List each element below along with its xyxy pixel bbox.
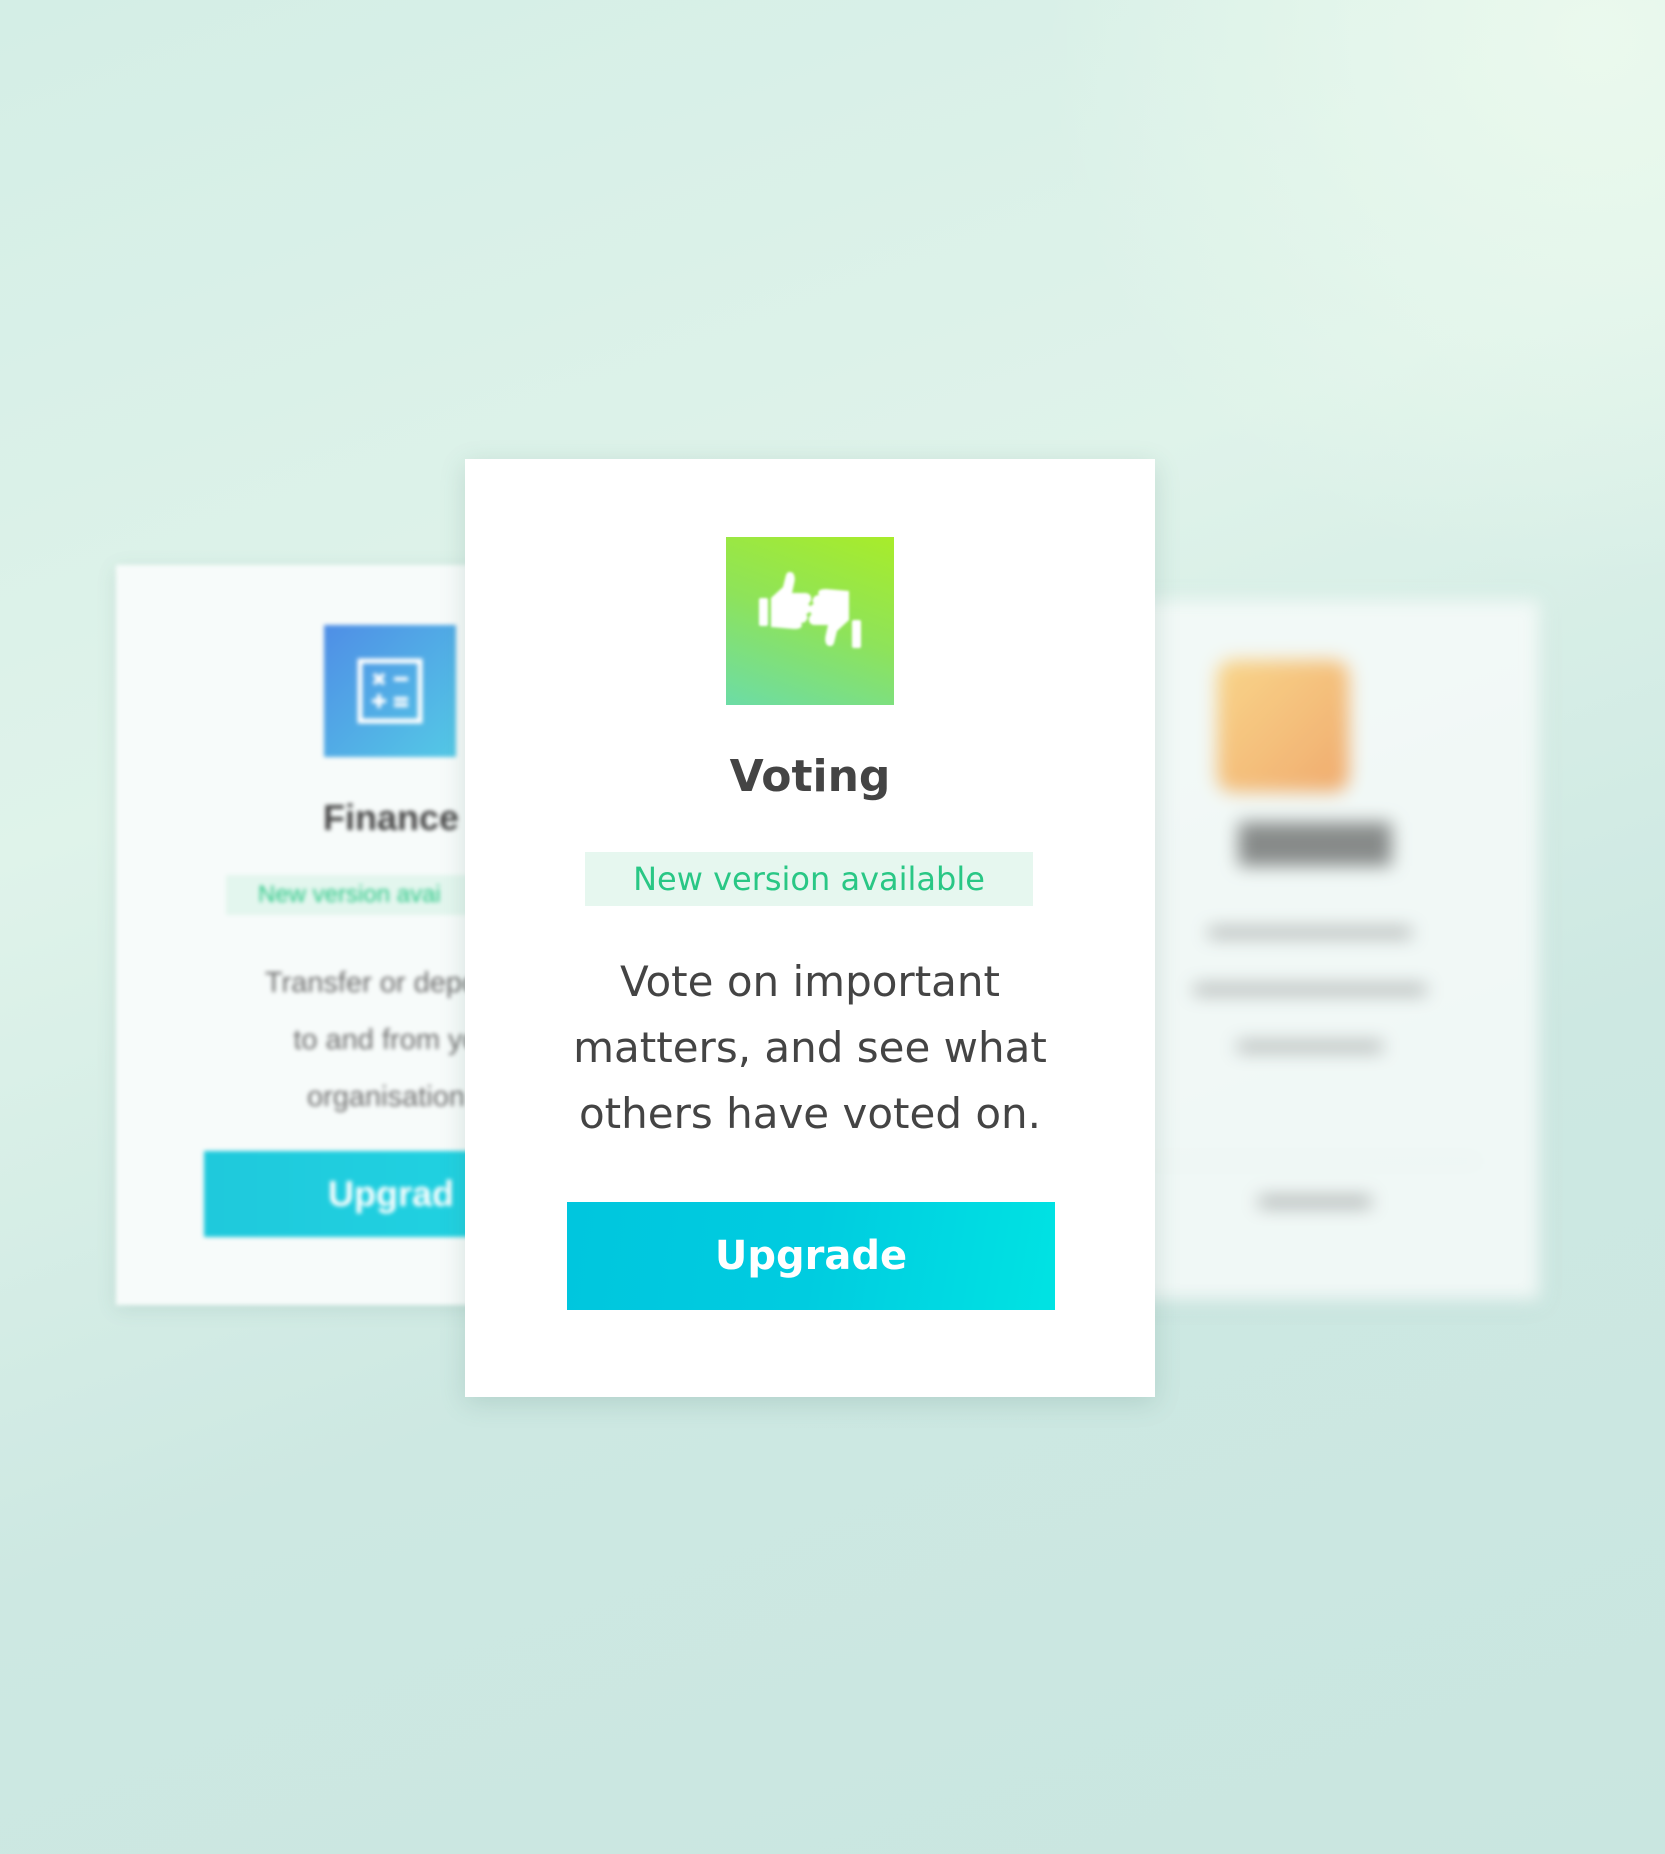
calculator-icon (324, 625, 456, 757)
card-action-blurred[interactable]: ▬▬▬▬ (1150, 1160, 1480, 1232)
right-app-card[interactable]: ██████ ▬▬▬▬▬▬▬ ▬▬▬▬▬▬▬▬ ▬▬▬▬▬ ▬▬▬▬ (1090, 600, 1540, 1300)
thumbs-up-down-icon (726, 537, 894, 705)
card-title-blurred: ██████ (1238, 822, 1392, 863)
voting-app-card: Voting New version available Vote on imp… (465, 459, 1155, 1397)
card-description-blurred: ▬▬▬▬▬▬▬ ▬▬▬▬▬▬▬▬ ▬▬▬▬▬ (1194, 912, 1426, 1058)
upgrade-button[interactable]: Upgrade (567, 1202, 1055, 1310)
card-description: Vote on important matters, and see what … (573, 957, 1047, 1138)
app-icon (1217, 660, 1349, 792)
card-title: Voting (729, 751, 891, 802)
version-badge: New version available (585, 852, 1033, 906)
